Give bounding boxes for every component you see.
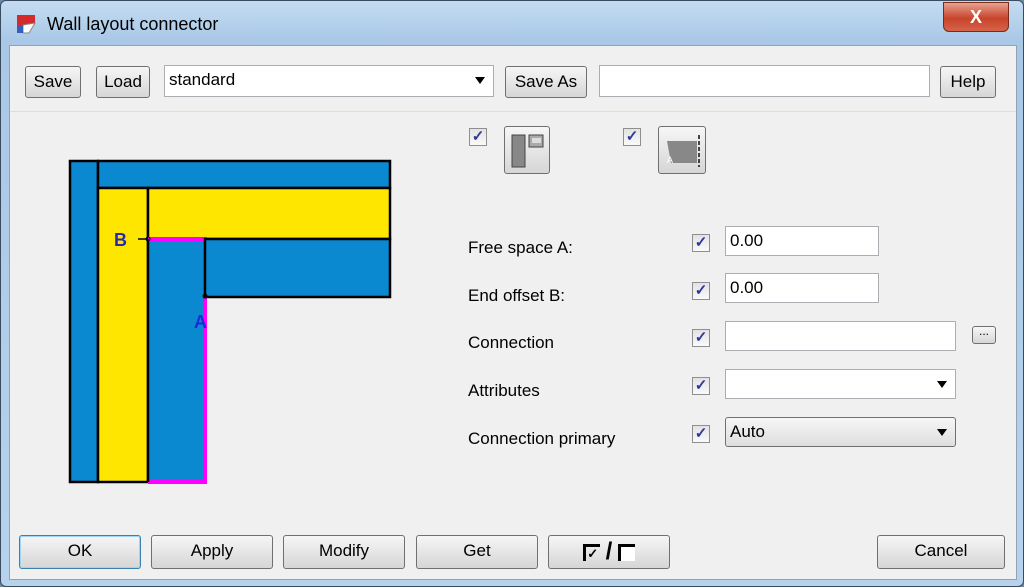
label-b: B bbox=[114, 230, 127, 250]
wall-connection-diagram: B A bbox=[68, 159, 392, 484]
connection-checkbox[interactable]: ✓ bbox=[692, 329, 710, 347]
ok-button[interactable]: OK bbox=[19, 535, 141, 569]
inner-wall-horizontal bbox=[203, 237, 392, 299]
end-offset-checkbox[interactable]: ✓ bbox=[692, 282, 710, 300]
close-button[interactable]: X bbox=[943, 2, 1009, 32]
slash-separator: / bbox=[605, 538, 613, 565]
save-as-name-input[interactable] bbox=[599, 65, 930, 97]
apply-button[interactable]: Apply bbox=[151, 535, 273, 569]
toggle-all-checkboxes-button[interactable]: ✓ / bbox=[548, 535, 670, 569]
app-icon bbox=[15, 13, 37, 35]
modify-button[interactable]: Modify bbox=[283, 535, 405, 569]
toolbar-divider bbox=[10, 111, 1016, 112]
dropdown-arrow-icon bbox=[937, 381, 947, 388]
wall-end-cut-icon: A bbox=[667, 135, 700, 167]
attributes-checkbox[interactable]: ✓ bbox=[692, 377, 710, 395]
free-space-label: Free space A: bbox=[468, 238, 573, 257]
connection-browse-button[interactable]: ... bbox=[972, 325, 996, 344]
attributes-select[interactable] bbox=[725, 369, 956, 399]
primary-wall-layout-icon bbox=[511, 134, 544, 168]
get-button[interactable]: Get bbox=[416, 535, 538, 569]
dialog-body: Save Load standard Save As Help B A ✓ ✓ … bbox=[9, 45, 1017, 580]
help-button[interactable]: Help bbox=[940, 66, 996, 98]
window-title: Wall layout connector bbox=[47, 13, 219, 34]
unchecked-box-icon bbox=[618, 543, 636, 561]
connection-primary-value: Auto bbox=[730, 422, 765, 441]
title-bar: Wall layout connector bbox=[15, 9, 218, 39]
option1-checkbox[interactable]: ✓ bbox=[469, 128, 487, 146]
connection-label: Connection bbox=[468, 333, 555, 352]
dialog-window: Wall layout connector X Save Load standa… bbox=[0, 0, 1024, 587]
preset-value: standard bbox=[169, 70, 236, 89]
connection-primary-label: Connection primary bbox=[468, 429, 616, 448]
connection-primary-checkbox[interactable]: ✓ bbox=[692, 425, 710, 443]
outer-wall-top bbox=[96, 159, 392, 190]
layer-horizontal bbox=[146, 186, 392, 241]
wall-end-cut-button[interactable]: A bbox=[658, 126, 706, 174]
attributes-label: Attributes bbox=[468, 381, 540, 400]
option2-checkbox[interactable]: ✓ bbox=[623, 128, 641, 146]
free-space-checkbox[interactable]: ✓ bbox=[692, 234, 710, 252]
end-offset-label: End offset B: bbox=[468, 286, 566, 305]
dropdown-arrow-icon bbox=[937, 429, 947, 436]
outer-wall-left bbox=[68, 159, 100, 484]
cancel-button[interactable]: Cancel bbox=[877, 535, 1005, 569]
primary-wall-layout-button[interactable] bbox=[504, 126, 550, 174]
connection-input[interactable] bbox=[725, 321, 956, 351]
save-as-button[interactable]: Save As bbox=[505, 66, 587, 98]
free-space-input[interactable]: 0.00 bbox=[725, 226, 879, 256]
dropdown-arrow-icon bbox=[475, 77, 485, 84]
preset-select[interactable]: standard bbox=[164, 65, 494, 97]
label-a: A bbox=[194, 312, 207, 332]
save-button[interactable]: Save bbox=[25, 66, 81, 98]
checked-box-icon: ✓ bbox=[582, 543, 600, 561]
svg-text:A: A bbox=[667, 155, 673, 165]
load-button[interactable]: Load bbox=[96, 66, 150, 98]
inner-wall-vertical bbox=[148, 239, 205, 482]
end-offset-input[interactable]: 0.00 bbox=[725, 273, 879, 303]
connection-primary-select[interactable]: Auto bbox=[725, 417, 956, 447]
